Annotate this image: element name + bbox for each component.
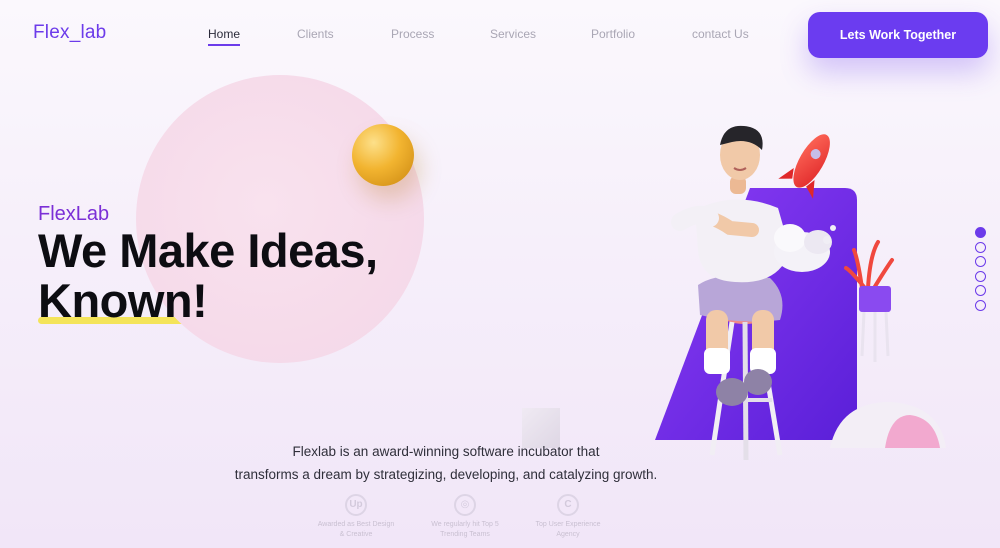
badge-text: Top User Experience — [535, 521, 601, 528]
badge-best-design: Up Awarded as Best Design & Creative — [311, 494, 401, 540]
hero-title-line2: Known! — [38, 274, 208, 327]
badge-text: Trending Teams — [440, 531, 490, 538]
logo[interactable]: Flex_lab — [33, 22, 106, 44]
badge-text: Awarded as Best Design — [317, 521, 395, 528]
slide-dot-2[interactable] — [975, 242, 986, 253]
hero-tag: FlexLab — [38, 203, 110, 225]
hero-description-line1: Flexlab is an award-winning software inc… — [292, 444, 600, 459]
nav-process[interactable]: Process — [391, 27, 434, 41]
slide-dot-6[interactable] — [975, 300, 986, 311]
clutch-icon: C — [557, 494, 579, 516]
badge-top-ux: C Top User Experience Agency — [523, 494, 613, 540]
nav-home[interactable]: Home — [208, 27, 241, 46]
hero-illustration — [655, 125, 946, 461]
slide-dot-5[interactable] — [975, 285, 986, 296]
hero-title: We Make Ideas, Known! — [38, 226, 378, 326]
badge-text: & Creative — [339, 531, 373, 538]
nav-clients[interactable]: Clients — [297, 27, 334, 41]
badge-text: We regularly hit Top 5 — [431, 521, 499, 528]
nav-portfolio[interactable]: Portfolio — [591, 27, 635, 41]
slide-dot-4[interactable] — [975, 271, 986, 282]
lets-work-together-button[interactable]: Lets Work Together — [808, 12, 988, 58]
nav-services[interactable]: Services — [490, 27, 536, 41]
hero-description-line2: transforms a dream by strategizing, deve… — [234, 467, 658, 482]
nav-contact[interactable]: contact Us — [692, 27, 749, 41]
slide-dot-3[interactable] — [975, 256, 986, 267]
badge-trending-teams: ◎ We regularly hit Top 5 Trending Teams — [420, 494, 510, 540]
badge-text: Agency — [556, 531, 580, 538]
slide-dot-1[interactable] — [975, 227, 986, 238]
hero-title-line1: We Make Ideas, — [38, 224, 378, 277]
dribbble-icon: ◎ — [454, 494, 476, 516]
upwork-icon: Up — [345, 494, 367, 516]
rocket-shape — [778, 134, 830, 199]
gold-sphere-decoration — [352, 124, 414, 186]
hero-description: Flexlab is an award-winning software inc… — [200, 440, 692, 486]
